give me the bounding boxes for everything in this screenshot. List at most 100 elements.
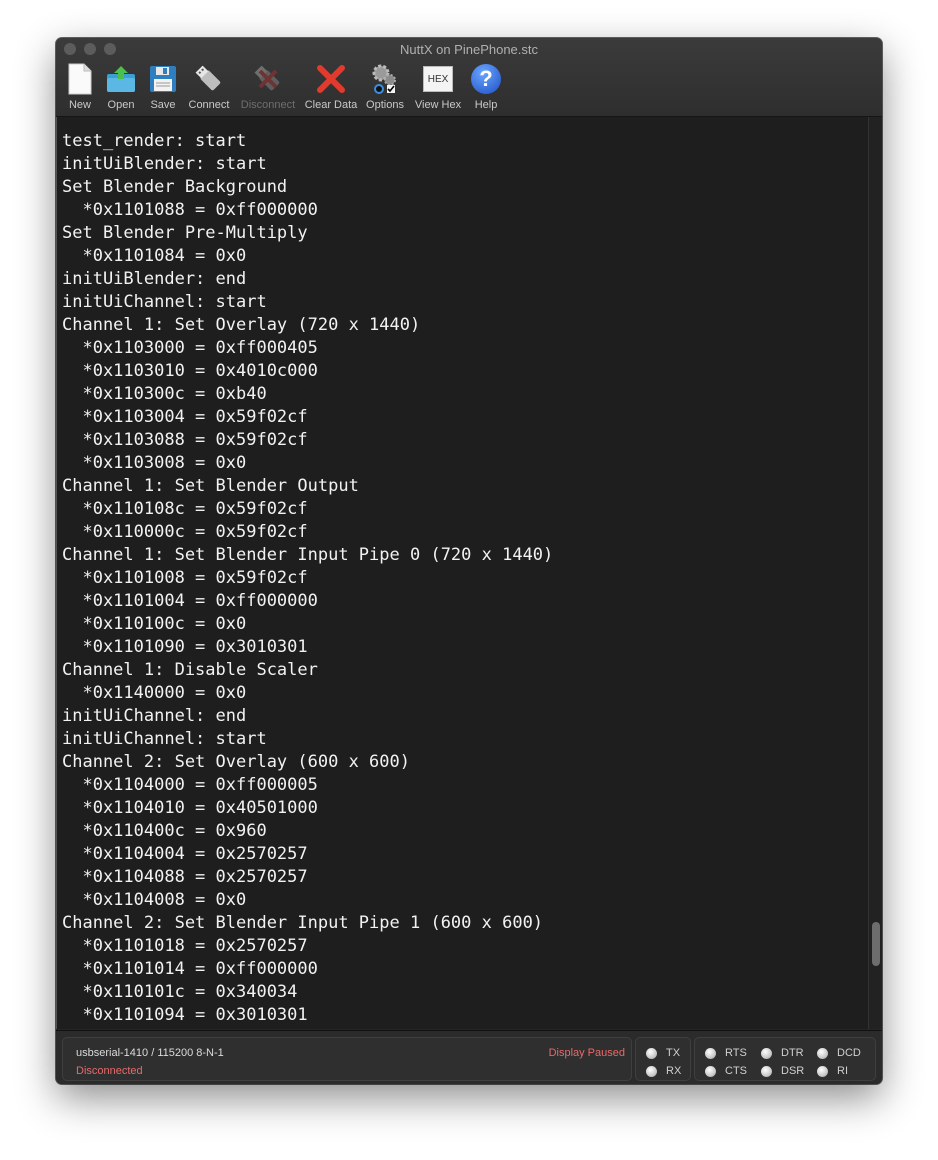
titlebar: NuttX on PinePhone.stc New Open Save Con… xyxy=(56,38,882,117)
terminal-output[interactable]: test_image: starttest_render: startinitU… xyxy=(56,117,869,1029)
help-icon-glyph: ? xyxy=(471,64,501,94)
port-settings: usbserial-1410 / 115200 8-N-1 xyxy=(76,1047,224,1059)
rx-led-icon xyxy=(646,1065,657,1077)
usb-disconnect-icon xyxy=(251,62,285,96)
window-title: NuttX on PinePhone.stc xyxy=(399,42,539,57)
options-label: Options xyxy=(366,99,404,111)
display-paused-status: Display Paused xyxy=(548,1047,625,1059)
rts-led: RTS xyxy=(705,1047,747,1059)
dsr-led-icon xyxy=(761,1065,772,1077)
terminal-line: *0x110101c = 0x340034 xyxy=(62,982,298,1002)
help-label: Help xyxy=(474,99,498,111)
open-label: Open xyxy=(107,99,135,111)
terminal-line: *0x1104008 = 0x0 xyxy=(62,890,247,910)
help-icon: ? xyxy=(469,62,503,96)
terminal-line: *0x1104000 = 0xff000005 xyxy=(62,775,318,795)
terminal-line: *0x110100c = 0x0 xyxy=(62,614,247,634)
terminal-lines: test_image: starttest_render: startinitU… xyxy=(62,117,553,1029)
terminal-line: *0x1103000 = 0xff000405 xyxy=(62,338,318,358)
floppy-disk-icon xyxy=(146,62,180,96)
help-button[interactable]: ? Help xyxy=(468,62,504,111)
terminal-line: initUiBlender: start xyxy=(62,154,267,174)
terminal-line: Channel 2: Disable Scaler xyxy=(62,1027,553,1029)
rts-label: RTS xyxy=(725,1047,747,1059)
dsr-led: DSR xyxy=(761,1065,804,1077)
hex-icon-text: HEX xyxy=(423,66,453,92)
dcd-label: DCD xyxy=(837,1047,861,1059)
terminal-line: *0x1103008 = 0x0 xyxy=(62,453,247,473)
terminal-line: *0x1140000 = 0x0 xyxy=(62,683,247,703)
dtr-led-icon xyxy=(761,1047,772,1059)
connect-label: Connect xyxy=(188,99,230,111)
terminal-line: *0x110000c = 0x59f02cf xyxy=(62,522,308,542)
new-label: New xyxy=(68,99,91,111)
hex-icon: HEX xyxy=(421,62,455,96)
save-button[interactable]: Save xyxy=(144,62,182,111)
scrollbar-thumb[interactable] xyxy=(872,922,880,966)
cts-led: CTS xyxy=(705,1065,747,1077)
ri-label: RI xyxy=(837,1065,848,1077)
terminal-line: Channel 1: Set Blender Input Pipe 0 (720… xyxy=(62,545,554,565)
terminal-line: *0x110108c = 0x59f02cf xyxy=(62,499,308,519)
options-button[interactable]: Options xyxy=(362,62,408,111)
terminal-line: *0x1101004 = 0xff000000 xyxy=(62,591,318,611)
vertical-scrollbar[interactable] xyxy=(868,117,882,1029)
terminal-line: Channel 2: Set Blender Input Pipe 1 (600… xyxy=(62,913,544,933)
terminal-line: *0x110400c = 0x960 xyxy=(62,821,267,841)
connection-status: Disconnected xyxy=(76,1065,143,1077)
view-hex-button[interactable]: HEX View Hex xyxy=(408,62,468,111)
terminal-line: *0x1104004 = 0x2570257 xyxy=(62,844,308,864)
terminal-line: initUiBlender: end xyxy=(62,269,247,289)
dtr-led: DTR xyxy=(761,1047,804,1059)
dcd-led: DCD xyxy=(817,1047,861,1059)
disconnect-button[interactable]: Disconnect xyxy=(236,62,300,111)
terminal-line: *0x1103010 = 0x4010c000 xyxy=(62,361,318,381)
new-button[interactable]: New xyxy=(62,62,98,111)
rts-led-icon xyxy=(705,1047,716,1059)
terminal-line: Channel 1: Set Blender Output xyxy=(62,476,359,496)
terminal-line: *0x1101008 = 0x59f02cf xyxy=(62,568,308,588)
connect-button[interactable]: Connect xyxy=(182,62,236,111)
open-button[interactable]: Open xyxy=(98,62,144,111)
terminal-line: Set Blender Background xyxy=(62,177,288,197)
status-bar: usbserial-1410 / 115200 8-N-1 Disconnect… xyxy=(56,1030,882,1084)
gears-icon xyxy=(368,62,402,96)
line-led-panel: RTS DTR DCD CTS DSR RI xyxy=(694,1037,876,1081)
terminal-line: Set Blender Pre-Multiply xyxy=(62,223,308,243)
terminal-line: *0x110300c = 0xb40 xyxy=(62,384,267,404)
terminal-line: Channel 1: Set Overlay (720 x 1440) xyxy=(62,315,421,335)
disconnect-label: Disconnect xyxy=(240,99,296,111)
save-label: Save xyxy=(150,99,176,111)
red-x-icon xyxy=(314,62,348,96)
terminal-line: *0x1101094 = 0x3010301 xyxy=(62,1005,308,1025)
rx-led: RX xyxy=(646,1065,681,1077)
view-hex-label: View Hex xyxy=(414,99,462,111)
terminal-line: initUiChannel: start xyxy=(62,292,267,312)
terminal-line: *0x1101088 = 0xff000000 xyxy=(62,200,318,220)
tx-label: TX xyxy=(666,1047,681,1059)
open-folder-icon xyxy=(104,62,138,96)
clear-data-label: Clear Data xyxy=(304,99,358,111)
dsr-label: DSR xyxy=(781,1065,805,1077)
terminal-line: *0x1104010 = 0x40501000 xyxy=(62,798,318,818)
terminal-line: initUiChannel: end xyxy=(62,706,247,726)
new-document-icon xyxy=(63,62,97,96)
terminal-line: *0x1104088 = 0x2570257 xyxy=(62,867,308,887)
tx-led-icon xyxy=(646,1047,657,1059)
terminal-line: initUiChannel: start xyxy=(62,729,267,749)
dtr-label: DTR xyxy=(781,1047,804,1059)
clear-data-button[interactable]: Clear Data xyxy=(300,62,362,111)
app-window: NuttX on PinePhone.stc New Open Save Con… xyxy=(56,38,882,1084)
terminal-line: Channel 1: Disable Scaler xyxy=(62,660,318,680)
terminal-line: *0x1103004 = 0x59f02cf xyxy=(62,407,308,427)
terminal-line: test_render: start xyxy=(62,131,247,151)
terminal-line: *0x1101084 = 0x0 xyxy=(62,246,247,266)
toolbar: New Open Save Connect Disconnect Clear D… xyxy=(62,62,504,111)
cts-label: CTS xyxy=(725,1065,747,1077)
ri-led: RI xyxy=(817,1065,848,1077)
terminal-line: *0x1101090 = 0x3010301 xyxy=(62,637,308,657)
traffic-led-panel: TX RX xyxy=(635,1037,691,1081)
tx-led: TX xyxy=(646,1047,680,1059)
ri-led-icon xyxy=(817,1065,828,1077)
terminal-line: *0x1101018 = 0x2570257 xyxy=(62,936,308,956)
